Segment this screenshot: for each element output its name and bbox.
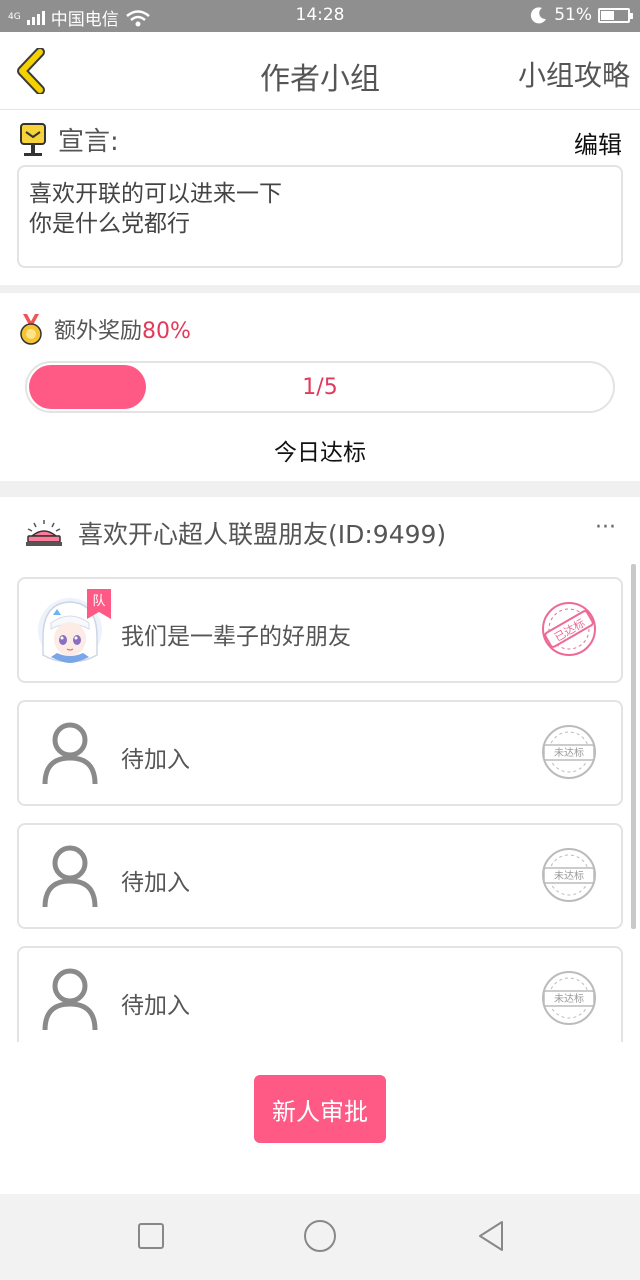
member-card[interactable]: 待加入 未达标	[17, 700, 623, 806]
stamp-text: 未达标	[554, 870, 584, 882]
member-card[interactable]: 待加入 未达标	[17, 823, 623, 929]
approve-area: 新人审批	[0, 1042, 640, 1194]
nav-triangle-icon[interactable]	[472, 1218, 508, 1254]
user-placeholder-icon	[42, 968, 98, 1031]
group-header: 喜欢开心超人联盟朋友(ID:9499)	[24, 515, 446, 551]
reward-percent: 80%	[142, 319, 191, 344]
group-name: 喜欢开心超人联盟朋友(ID:9499)	[78, 520, 447, 549]
declaration-text[interactable]: 喜欢开联的可以进来一下 你是什么党都行	[17, 165, 623, 268]
declaration-label-row: 宣言:	[18, 121, 119, 158]
reward-label-text: 额外奖励	[54, 319, 143, 344]
user-placeholder-icon	[42, 722, 98, 785]
progress-bar: 1/5	[25, 361, 615, 413]
stamp-text: 未达标	[554, 747, 584, 759]
stamp-icon: 未达标	[542, 971, 596, 1025]
member-name: 待加入	[121, 993, 190, 1019]
declaration-line: 你是什么党都行	[29, 211, 190, 237]
group-guide-link[interactable]: 小组攻略	[518, 54, 630, 94]
section-divider	[0, 481, 640, 497]
moon-icon	[531, 7, 547, 24]
user-placeholder-icon	[42, 845, 98, 908]
status-right: 51%	[530, 5, 633, 25]
status-bar: 4G 中国电信 14:28 51%	[0, 0, 640, 32]
stamp-text: 未达标	[554, 993, 584, 1005]
medal-icon	[20, 314, 42, 345]
system-nav-bar	[0, 1194, 640, 1280]
section-divider	[0, 285, 640, 293]
reward-label-row: 额外奖励80%	[18, 313, 191, 345]
reward-label: 额外奖励80%	[54, 313, 191, 345]
declaration-section: 宣言: 编辑 喜欢开联的可以进来一下 你是什么党都行	[0, 111, 640, 285]
declaration-label: 宣言:	[58, 127, 119, 157]
member-card[interactable]: 队 我们是一辈子的好朋友 已达标	[17, 577, 623, 683]
declaration-line: 喜欢开联的可以进来一下	[29, 181, 282, 207]
reward-status: 今日达标	[274, 440, 366, 466]
nav-circle-icon[interactable]	[302, 1218, 338, 1254]
leader-badge-text: 队	[92, 594, 105, 609]
reward-section: 额外奖励80% 1/5 今日达标	[0, 293, 640, 481]
member-name: 我们是一辈子的好朋友	[121, 624, 351, 650]
scrollbar[interactable]	[631, 564, 636, 929]
member-name: 待加入	[121, 747, 190, 773]
group-emblem-icon	[26, 520, 62, 546]
stamp-icon: 未达标	[542, 725, 596, 779]
member-name: 待加入	[121, 870, 190, 896]
stamp-icon: 已达标	[542, 602, 596, 656]
new-member-approval-button[interactable]: 新人审批	[254, 1075, 386, 1143]
battery-percent: 51%	[554, 5, 592, 25]
more-options-button[interactable]: ···	[595, 515, 616, 540]
mailbox-icon	[20, 122, 46, 156]
header: 作者小组 小组攻略	[0, 32, 640, 110]
nav-square-icon[interactable]	[133, 1218, 169, 1254]
stamp-icon: 未达标	[542, 848, 596, 902]
leader-badge-icon: 队	[87, 589, 111, 619]
member-card[interactable]: 待加入 未达标	[17, 946, 623, 1042]
progress-count: 1/5	[302, 375, 338, 400]
edit-button[interactable]: 编辑	[574, 125, 622, 160]
battery-icon	[598, 7, 633, 23]
group-section: 喜欢开心超人联盟朋友(ID:9499) ··· 队 我们是一辈子的好朋友 已达标…	[0, 497, 640, 1042]
